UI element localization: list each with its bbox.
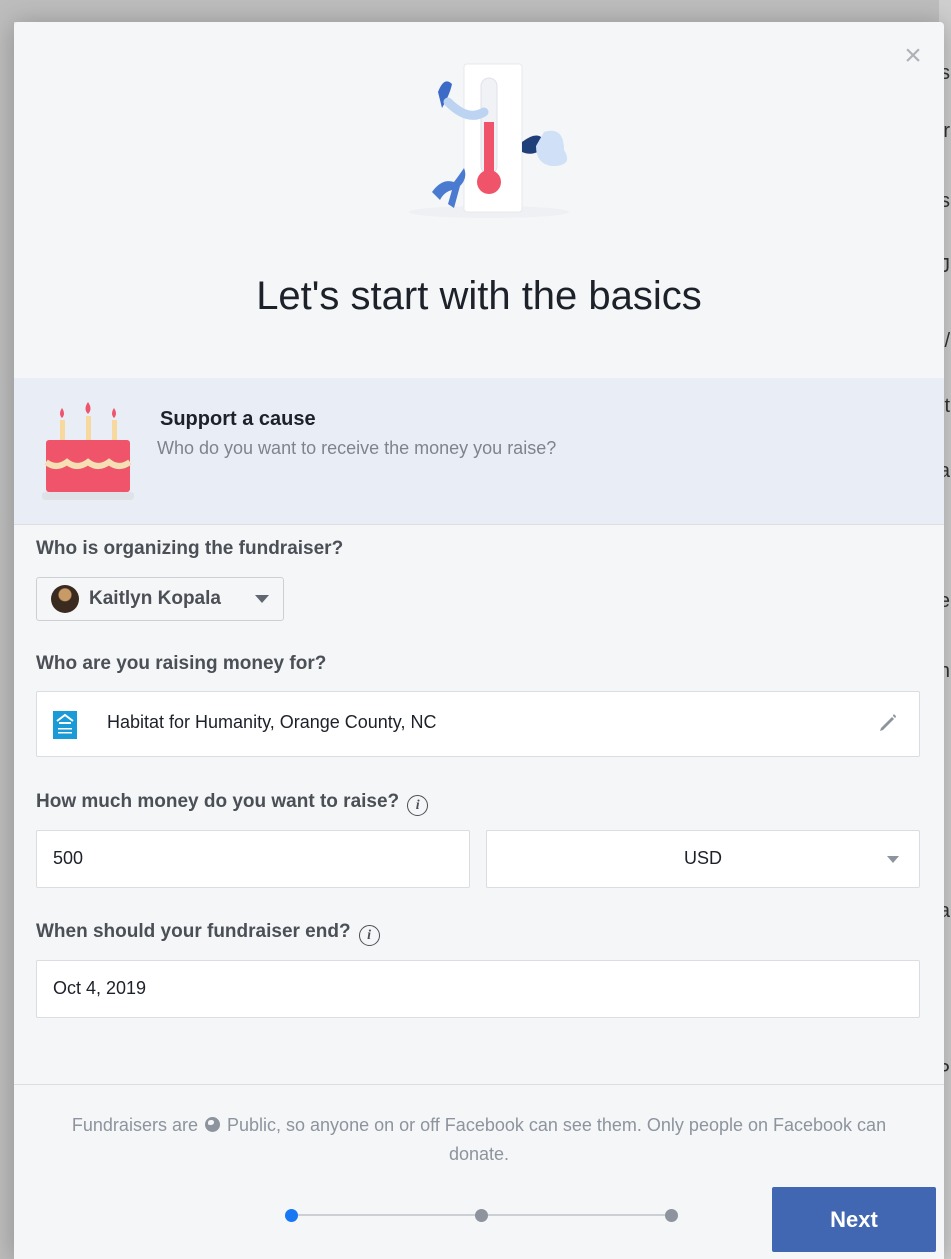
goal-label-text: How much money do you want to raise?: [36, 791, 400, 812]
background-text-fragment: /: [944, 330, 950, 352]
cause-banner: Support a cause Who do you want to recei…: [14, 378, 944, 525]
end-date-value: Oct 4, 2019: [53, 978, 147, 998]
goal-label: How much money do you want to raise? i: [36, 791, 429, 816]
background-left-edge: [0, 0, 14, 1259]
end-date-label: When should your fundraiser end? i: [36, 921, 380, 946]
next-button[interactable]: Next: [772, 1187, 936, 1252]
privacy-note: Fundraisers are Public, so anyone on or …: [54, 1111, 904, 1169]
organizer-dropdown[interactable]: Kaitlyn Kopala: [36, 577, 284, 621]
goal-amount-input[interactable]: 500: [36, 830, 470, 888]
background-text-fragment: t: [944, 395, 950, 417]
charity-logo-icon: [53, 711, 77, 739]
background-text-fragment: r: [943, 120, 950, 142]
info-icon[interactable]: i: [407, 795, 429, 816]
privacy-text-start: Fundraisers are: [71, 1115, 198, 1135]
step-dot-1: [285, 1209, 298, 1222]
end-date-label-text: When should your fundraiser end?: [36, 921, 351, 942]
beneficiary-field[interactable]: Habitat for Humanity, Orange County, NC: [36, 691, 920, 757]
info-icon[interactable]: i: [358, 925, 380, 946]
privacy-text-end: Public, so anyone on or off Facebook can…: [227, 1115, 887, 1164]
dialog-footer: Fundraisers are Public, so anyone on or …: [14, 1084, 944, 1259]
organizer-name: Kaitlyn Kopala: [89, 588, 221, 609]
progress-stepper: [282, 1205, 682, 1225]
avatar: [51, 585, 79, 613]
step-dot-3: [665, 1209, 678, 1222]
cause-title: Support a cause: [160, 408, 316, 430]
globe-icon: [204, 1117, 220, 1132]
organizer-label: Who is organizing the fundraiser?: [36, 538, 344, 559]
pencil-edit-icon[interactable]: [873, 710, 901, 738]
end-date-input[interactable]: Oct 4, 2019: [36, 960, 920, 1018]
cause-subtitle: Who do you want to receive the money you…: [157, 438, 557, 458]
thermometer-illustration: [409, 63, 569, 218]
birthday-cake-icon: [42, 402, 134, 500]
beneficiary-label: Who are you raising money for?: [36, 653, 327, 674]
currency-value: USD: [683, 848, 722, 868]
caret-down-icon: [887, 856, 899, 863]
beneficiary-value: Habitat for Humanity, Orange County, NC: [107, 712, 437, 732]
step-dot-2: [475, 1209, 488, 1222]
background-top-strip: [0, 0, 951, 22]
fundraiser-dialog: × Let's start with the basics Support a …: [14, 22, 944, 1259]
currency-dropdown[interactable]: USD: [486, 830, 920, 888]
close-button[interactable]: ×: [900, 41, 926, 71]
caret-down-icon: [255, 595, 269, 603]
page-title: Let's start with the basics: [256, 274, 702, 318]
goal-amount-value: 500: [53, 848, 84, 868]
